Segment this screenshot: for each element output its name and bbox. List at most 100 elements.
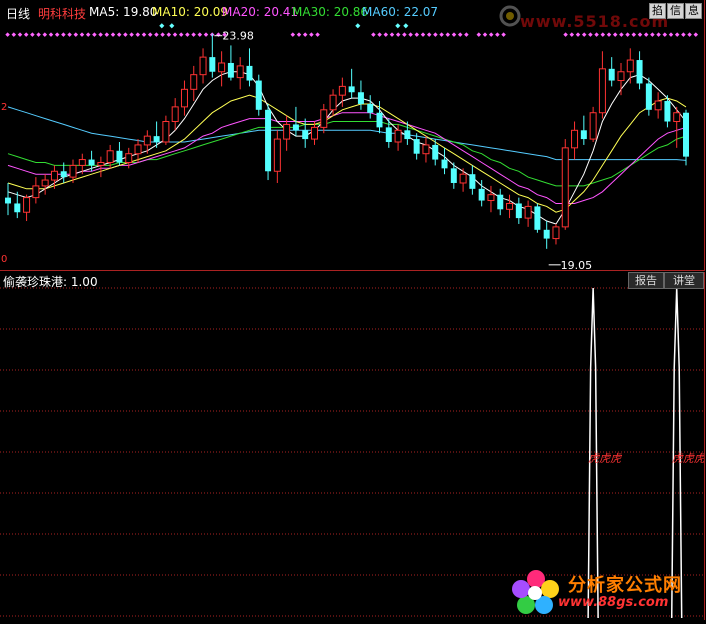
candle-body [320,109,328,128]
signal-diamond [160,32,165,37]
signal-diamond [355,23,361,29]
signal-diamond [439,32,444,37]
brand-url[interactable]: www.88gs.com [558,595,668,610]
candle-body [125,153,133,163]
signal-diamond [203,32,209,37]
signal-diamond [309,32,314,37]
candle-body [589,112,597,140]
signal-diamond [98,32,103,37]
candle-body [497,194,504,210]
candle-body [626,59,634,73]
signal-diamond [23,32,29,37]
signal-diamond [172,32,178,37]
period-label[interactable]: 日线 [6,5,30,22]
candle-body [487,194,495,202]
high-label: 23.98 [222,30,254,43]
candle-body [543,229,550,239]
toolbar-button-1[interactable]: 掐 [649,3,666,19]
candle-body [450,168,457,183]
signal-diamond [674,32,680,37]
signal-diamond [395,32,401,37]
candle-body [143,135,151,146]
price-panel[interactable]: 2 0 23.98 19.05 [0,0,705,272]
signal-diamond [302,32,308,37]
candle-body [385,127,392,142]
toolbar-button-3[interactable]: 息 [685,3,702,19]
candle-body [338,85,346,96]
signal-diamond [420,32,426,37]
candle-body [292,124,299,131]
candle-body [88,159,95,166]
signal-diamond [30,32,35,37]
candle-body [180,88,188,108]
signal-diamond [650,32,655,37]
signal-diamond [395,23,401,29]
candle-body [348,86,355,93]
signal-diamond [92,32,97,37]
candle-body [190,74,198,90]
signal-diamond [290,32,296,37]
low-label: 19.05 [561,259,593,270]
candle-body [171,106,179,123]
price-chart[interactable]: 2 0 23.98 19.05 [0,0,704,272]
signal-diamond [414,32,420,37]
candle-body [506,202,514,210]
ma60-value: MA60: 22.07 [362,5,439,19]
candle-body [236,65,244,79]
candle-body [524,205,532,219]
signal-diamond [85,32,91,37]
signal-diamond [141,32,147,37]
candle-body [357,92,364,104]
signal-diamond [656,32,661,37]
tab-lecture[interactable]: 讲堂 [664,272,704,289]
signal-diamond [693,32,699,37]
candle-body [394,129,402,143]
candle-body [654,100,662,111]
signal-diamond [73,32,79,37]
candle-body [69,164,77,178]
signal-diamond [166,32,172,37]
candle-body [683,112,689,157]
stock-chart-window: 2 0 23.98 19.05 虎虎虎 虎虎虎 日线 明科科技 MA5: 19.80 M… [0,0,706,621]
tab-report[interactable]: 报告 [628,272,664,289]
signal-diamond [61,32,66,37]
signal-diamond [457,32,463,37]
signal-diamond [5,32,10,37]
candle-body [227,62,234,78]
axis-mark: 2 [1,102,7,113]
signal-diamond [79,32,85,37]
signal-diamond [575,32,581,37]
candle-body [283,123,291,140]
signal-diamond [687,32,692,37]
signal-diamond [110,32,116,37]
signal-diamond [377,32,382,37]
signal-diamond [625,32,630,37]
signal-diamond [581,32,587,37]
signal-diamond [619,32,624,37]
signal-diamond [169,23,175,29]
signal-diamond [36,32,41,37]
ma10-value: MA10: 20.09 [152,5,229,19]
signal-diamond [403,23,409,29]
signal-diamond [135,32,141,37]
candle-body [561,147,569,228]
candle-body [478,188,485,201]
candle-body [199,56,207,76]
signal-diamond [116,32,122,37]
candle-body [32,185,40,199]
brand-name: 分析家公式网 [568,575,682,596]
signal-diamond [147,32,153,37]
candle-body [571,129,579,149]
candle-body [153,136,160,142]
candle-body [441,159,448,169]
candle-body [41,179,49,187]
candle-body [413,139,420,154]
candle-body [162,121,170,143]
signal-diamond [129,32,134,37]
signal-diamond [371,32,376,37]
toolbar-button-2[interactable]: 信 [667,3,684,19]
signal-diamond [488,32,494,37]
formula-label: 偷袭珍珠港: 1.00 [3,275,98,289]
candle-body [598,68,606,114]
candle-body [515,203,522,219]
